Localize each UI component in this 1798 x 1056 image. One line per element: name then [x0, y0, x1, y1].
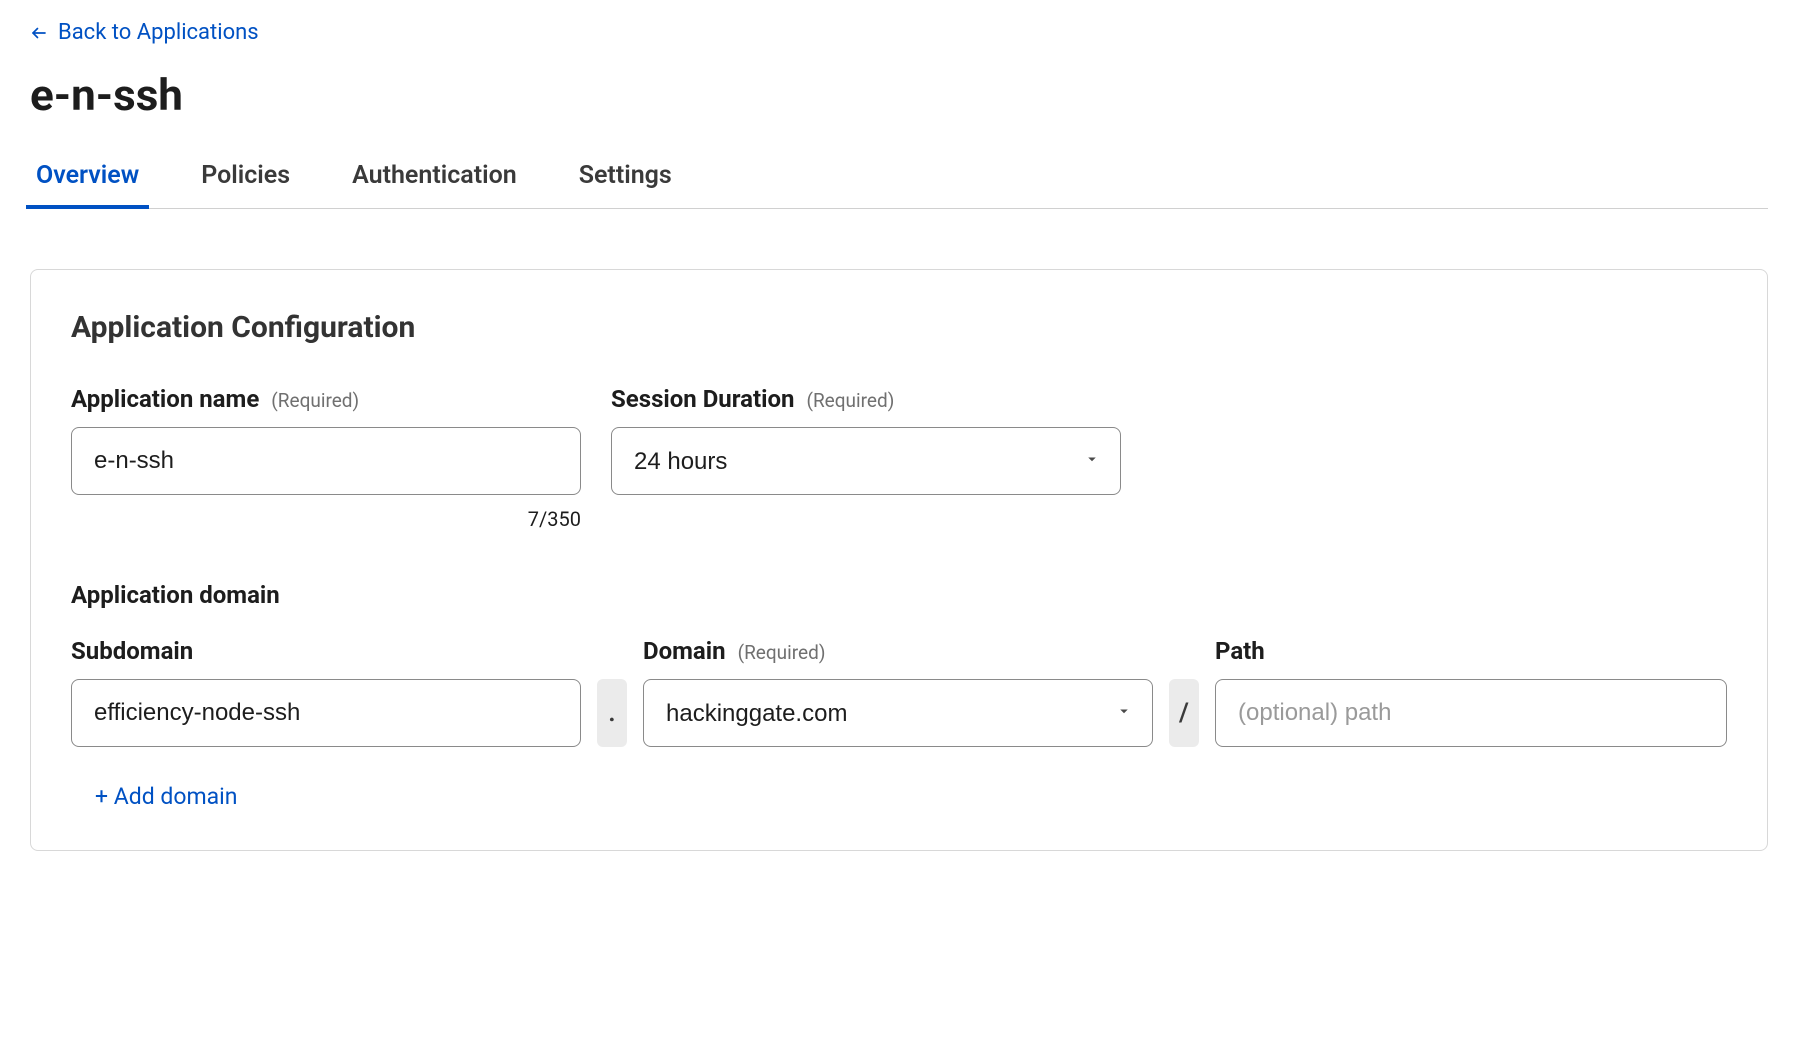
tab-authentication[interactable]: Authentication [346, 161, 523, 208]
arrow-left-icon [30, 24, 48, 42]
card-title: Application Configuration [71, 310, 1727, 345]
application-domain-section: Application domain Subdomain . Domain (R… [71, 581, 1727, 810]
back-link-label: Back to Applications [58, 20, 259, 45]
session-duration-select[interactable]: 24 hours [611, 427, 1121, 495]
application-name-counter: 7/350 [71, 507, 581, 531]
domain-select[interactable]: hackinggate.com [643, 679, 1153, 747]
application-configuration-card: Application Configuration Application na… [30, 269, 1768, 851]
domain-dot-separator: . [597, 679, 627, 747]
domain-label: Domain [643, 637, 726, 665]
back-to-applications-link[interactable]: Back to Applications [30, 20, 259, 45]
add-domain-label: + Add domain [95, 783, 237, 810]
application-domain-heading: Application domain [71, 581, 1727, 609]
domain-required: (Required) [738, 641, 826, 664]
subdomain-label: Subdomain [71, 637, 193, 665]
add-domain-button[interactable]: + Add domain [95, 783, 237, 810]
session-duration-required: (Required) [806, 389, 894, 412]
tab-settings[interactable]: Settings [573, 161, 678, 208]
tab-overview[interactable]: Overview [30, 161, 145, 208]
session-duration-field: Session Duration (Required) 24 hours [611, 385, 1121, 531]
path-label: Path [1215, 637, 1265, 665]
application-name-input[interactable] [71, 427, 581, 495]
session-duration-label: Session Duration [611, 385, 794, 413]
tabs-bar: Overview Policies Authentication Setting… [30, 161, 1768, 209]
subdomain-input[interactable] [71, 679, 581, 747]
application-name-field: Application name (Required) 7/350 [71, 385, 581, 531]
domain-slash-separator: / [1169, 679, 1199, 747]
application-name-required: (Required) [271, 389, 359, 412]
path-input[interactable] [1215, 679, 1727, 747]
tab-policies[interactable]: Policies [195, 161, 296, 208]
application-name-label: Application name [71, 385, 259, 413]
page-title: e-n-ssh [30, 69, 1768, 121]
